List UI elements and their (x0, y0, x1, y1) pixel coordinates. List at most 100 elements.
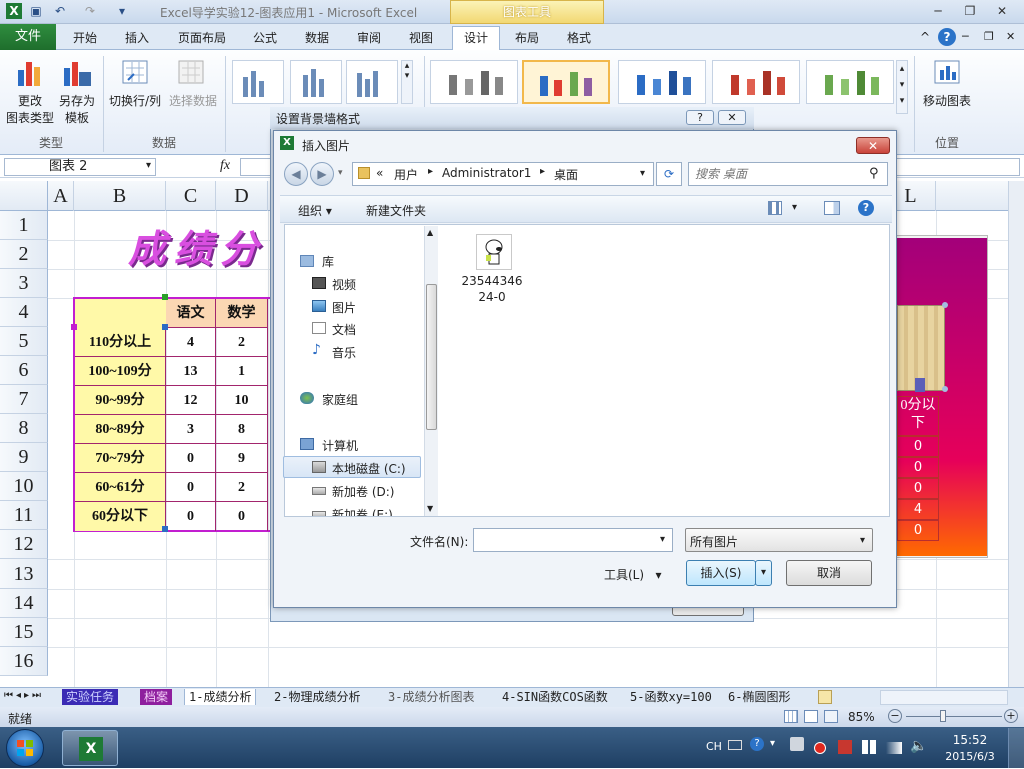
nav-library[interactable]: 库 (322, 253, 334, 270)
zoom-slider-thumb[interactable] (940, 710, 946, 722)
header-math[interactable]: 数学 (216, 299, 268, 328)
cell-value[interactable]: 8 (216, 415, 268, 444)
save-template-label-2[interactable]: 模板 (54, 109, 100, 126)
view-dropdown-icon[interactable]: ▾ (792, 202, 797, 213)
cell-value[interactable]: 10 (216, 386, 268, 415)
tab-review[interactable]: 审阅 (348, 28, 390, 50)
column-header-d[interactable]: D (216, 181, 268, 211)
address-dropdown-icon[interactable]: ▾ (640, 168, 645, 179)
header-chinese[interactable]: 语文 (166, 299, 216, 328)
breadcrumb-overflow[interactable]: « (376, 166, 383, 180)
cell-value[interactable]: 0 (166, 473, 216, 502)
new-folder-button[interactable]: 新建文件夹 (366, 202, 426, 219)
chart-style-blue[interactable] (618, 60, 706, 104)
chart-style-red[interactable] (712, 60, 800, 104)
customize-qat-icon[interactable]: ▾ (114, 3, 130, 19)
minimize-icon[interactable]: ─ (928, 3, 948, 19)
zoom-in-icon[interactable]: + (1004, 709, 1018, 723)
save-template-icon[interactable] (62, 58, 92, 88)
column-header-b[interactable]: B (74, 181, 166, 211)
row-header[interactable]: 14 (0, 589, 48, 618)
nav-homegroup[interactable]: 家庭组 (322, 391, 358, 408)
nav-drive-c[interactable]: 本地磁盘 (C:) (332, 460, 406, 477)
clock-time[interactable]: 15:52 (940, 733, 1000, 747)
cell-value[interactable]: 0 (216, 502, 268, 531)
row-header[interactable]: 4 (0, 298, 48, 327)
chart-layout-3[interactable] (346, 60, 398, 104)
tab-format[interactable]: 格式 (558, 28, 600, 50)
row-header[interactable]: 3 (0, 269, 48, 298)
cell-value[interactable]: 2 (216, 328, 268, 357)
nav-computer[interactable]: 计算机 (322, 437, 358, 454)
nav-drive-d[interactable]: 新加卷 (D:) (332, 483, 394, 500)
page-break-view-icon[interactable] (824, 710, 838, 723)
security-alert-icon[interactable] (814, 742, 826, 754)
recent-locations-icon[interactable]: ▾ (338, 168, 343, 178)
row-header[interactable]: 9 (0, 443, 48, 472)
tab-design[interactable]: 设计 (452, 26, 500, 51)
collapse-ribbon-icon[interactable]: ^ (920, 30, 930, 44)
search-input[interactable] (695, 164, 865, 184)
help-icon[interactable]: ? (938, 28, 956, 46)
zoom-out-icon[interactable]: − (888, 709, 902, 723)
sheet-tab-5[interactable]: 5-函数xy=100 (626, 689, 716, 705)
sheet-tab-6[interactable]: 6-椭圆图形 (724, 689, 794, 705)
row-label[interactable]: 110分以上 (75, 328, 166, 357)
search-icon[interactable]: ⚲ (869, 166, 879, 181)
row-header[interactable]: 5 (0, 327, 48, 356)
back-button[interactable]: ◀ (284, 162, 308, 186)
doc-close-icon[interactable]: ✕ (1006, 30, 1015, 43)
row-header[interactable]: 15 (0, 618, 48, 647)
row-label[interactable]: 80~89分 (75, 415, 166, 444)
cell-value[interactable]: 0 (166, 444, 216, 473)
row-header[interactable]: 12 (0, 530, 48, 559)
row-label[interactable]: 100~109分 (75, 357, 166, 386)
select-all-corner[interactable] (0, 181, 48, 211)
save-template-label-1[interactable]: 另存为 (54, 92, 100, 109)
horizontal-scrollbar[interactable] (880, 690, 1008, 705)
refresh-icon[interactable]: ⟳ (656, 162, 682, 186)
volume-icon[interactable]: 🔈 (910, 738, 927, 754)
forward-button[interactable]: ▶ (310, 162, 334, 186)
switch-row-col-label[interactable]: 切换行/列 (104, 92, 166, 109)
cell-value[interactable]: 2 (216, 473, 268, 502)
insert-button[interactable]: 插入(S) (686, 560, 756, 586)
tools-button[interactable]: 工具(L) ▾ (604, 566, 662, 583)
vertical-scrollbar[interactable] (1008, 181, 1024, 687)
cell-value[interactable]: 0 (166, 502, 216, 531)
tray-app-icon[interactable] (790, 737, 804, 751)
language-indicator[interactable]: CH (706, 740, 722, 753)
column-header-c[interactable]: C (166, 181, 216, 211)
help-icon[interactable]: ? (686, 110, 714, 125)
cell-value[interactable]: 9 (216, 444, 268, 473)
nav-pictures[interactable]: 图片 (332, 299, 356, 316)
show-desktop-button[interactable] (1008, 728, 1024, 768)
row-header[interactable]: 7 (0, 385, 48, 414)
ime-help-icon[interactable]: ? (750, 737, 764, 751)
row-header[interactable]: 6 (0, 356, 48, 385)
help-icon[interactable]: ? (858, 200, 874, 216)
sheet-tab-1[interactable]: 1-成绩分析 (184, 689, 257, 705)
doc-minimize-icon[interactable]: ─ (962, 30, 969, 43)
insert-options-dropdown-icon[interactable]: ▾ (755, 560, 772, 586)
function-icon[interactable]: fx (220, 158, 230, 174)
tab-formulas[interactable]: 公式 (244, 28, 286, 50)
close-icon[interactable]: ✕ (856, 137, 890, 154)
row-header[interactable]: 11 (0, 501, 48, 530)
chart-style-green[interactable] (806, 60, 894, 104)
column-header-a[interactable]: A (48, 181, 74, 211)
tab-file[interactable]: 文件 (0, 24, 56, 50)
range-handle[interactable] (162, 324, 168, 330)
breadcrumb-admin[interactable]: Administrator1 (442, 166, 531, 180)
image-thumbnail[interactable] (476, 234, 512, 270)
close-icon[interactable]: ✕ (992, 3, 1012, 19)
view-options-icon[interactable] (768, 201, 782, 215)
tab-data[interactable]: 数据 (296, 28, 338, 50)
row-label[interactable]: 60~61分 (75, 473, 166, 502)
chart-layout-scroll[interactable]: ▴ ▾ (401, 60, 413, 104)
filename-input[interactable] (478, 530, 658, 550)
row-header[interactable]: 1 (0, 211, 48, 240)
nav-music[interactable]: 音乐 (332, 344, 356, 361)
tab-layout[interactable]: 布局 (506, 28, 548, 50)
zoom-slider[interactable] (906, 716, 1002, 717)
